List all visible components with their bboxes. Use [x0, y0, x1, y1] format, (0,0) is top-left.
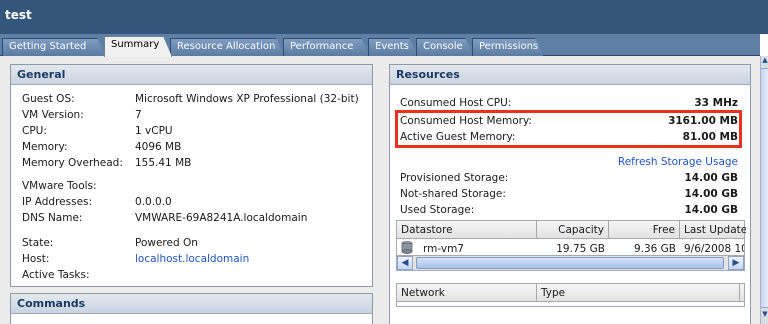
guest-os-label: Guest OS: [22, 93, 75, 105]
memory-value: 4096 MB [135, 141, 182, 153]
commands-panel: Commands [10, 293, 373, 324]
consumed-host-memory-label: Consumed Host Memory: [400, 115, 532, 127]
used-storage-value: 14.00 GB [684, 204, 739, 216]
ip-addresses-label: IP Addresses: [22, 196, 93, 208]
state-label: State: [22, 237, 54, 249]
general-header: General [11, 65, 372, 85]
vm-version-value: 7 [135, 109, 142, 121]
tab-summary[interactable]: Summary [104, 36, 172, 57]
title-bar: test [0, 0, 768, 34]
scroll-up-icon[interactable]: ▲ [761, 56, 768, 68]
active-guest-memory-label: Active Guest Memory: [400, 131, 516, 143]
datastore-free: 9.36 GB [633, 243, 676, 255]
vmware-tools-label: VMware Tools: [22, 180, 97, 192]
vertical-scroll-thumb[interactable] [761, 68, 768, 308]
state-value: Powered On [135, 237, 198, 249]
scroll-right-icon[interactable]: ▶ [728, 256, 744, 270]
vm-version-label: VM Version: [22, 109, 84, 121]
tab-permissions[interactable]: Permissions [472, 38, 544, 56]
datastore-table-header: Datastore Capacity Free Last Update [397, 221, 746, 239]
used-storage-label: Used Storage: [400, 204, 475, 216]
datastore-last-update: 9/6/2008 10 [684, 243, 744, 255]
column-header-type[interactable]: Type [537, 284, 740, 302]
tab-bar: Getting Started Summary Resource Allocat… [0, 34, 760, 56]
resources-header: Resources [390, 65, 750, 85]
active-tasks-label: Active Tasks: [22, 269, 90, 281]
cpu-label: CPU: [22, 125, 47, 137]
provisioned-storage-label: Provisioned Storage: [400, 172, 509, 184]
tab-performance[interactable]: Performance [283, 38, 370, 56]
ip-addresses-value: 0.0.0.0 [135, 196, 172, 208]
scroll-left-icon[interactable]: ◀ [397, 256, 413, 270]
datastore-table: Datastore Capacity Free Last Update rm-v… [396, 220, 746, 256]
memory-overhead-label: Memory Overhead: [22, 157, 123, 169]
not-shared-storage-value: 14.00 GB [684, 188, 739, 200]
tab-console[interactable]: Console [416, 38, 474, 56]
host-link[interactable]: localhost.localdomain [135, 253, 249, 265]
general-panel: General Guest OS: Microsoft Windows XP P… [10, 64, 373, 287]
vertical-scrollbar[interactable]: ▲ ▼ [760, 56, 768, 324]
dns-name-value: VMWARE-69A8241A.localdomain [135, 212, 308, 224]
datastore-capacity: 19.75 GB [556, 243, 605, 255]
column-header-capacity[interactable]: Capacity [537, 221, 609, 239]
summary-content: General Guest OS: Microsoft Windows XP P… [0, 56, 760, 324]
provisioned-storage-value: 14.00 GB [684, 172, 739, 184]
tab-getting-started[interactable]: Getting Started [2, 38, 106, 56]
guest-os-value: Microsoft Windows XP Professional (32-bi… [135, 93, 359, 105]
resources-panel: Resources Consumed Host CPU: 33 MHz Cons… [389, 64, 751, 324]
refresh-storage-usage-link[interactable]: Refresh Storage Usage [618, 156, 738, 168]
host-label: Host: [22, 253, 50, 265]
not-shared-storage-label: Not-shared Storage: [400, 188, 506, 200]
consumed-host-memory-value: 3161.00 MB [668, 115, 738, 127]
consumed-host-cpu-label: Consumed Host CPU: [400, 97, 512, 109]
column-header-last-update[interactable]: Last Update [680, 221, 746, 239]
tab-resource-allocation[interactable]: Resource Allocation [170, 38, 285, 56]
memory-label: Memory: [22, 141, 68, 153]
datastore-name: rm-vm7 [423, 243, 464, 255]
tab-events[interactable]: Events [368, 38, 418, 56]
datastore-horizontal-scrollbar[interactable]: ◀ ▶ [396, 255, 745, 271]
column-header-free[interactable]: Free [609, 221, 680, 239]
datastore-icon [401, 241, 413, 254]
horizontal-scroll-thumb[interactable] [416, 257, 724, 269]
network-table: Network Type [396, 283, 745, 307]
window-title: test [5, 8, 32, 22]
scroll-down-icon[interactable]: ▼ [761, 310, 768, 322]
consumed-host-cpu-value: 33 MHz [694, 97, 738, 109]
column-header-network[interactable]: Network [397, 284, 537, 302]
active-guest-memory-value: 81.00 MB [682, 131, 738, 143]
dns-name-label: DNS Name: [22, 212, 83, 224]
commands-header: Commands [11, 294, 372, 314]
network-table-header: Network Type [397, 284, 744, 302]
cpu-value: 1 vCPU [135, 125, 173, 137]
column-header-datastore[interactable]: Datastore [397, 221, 537, 239]
memory-overhead-value: 155.41 MB [135, 157, 192, 169]
